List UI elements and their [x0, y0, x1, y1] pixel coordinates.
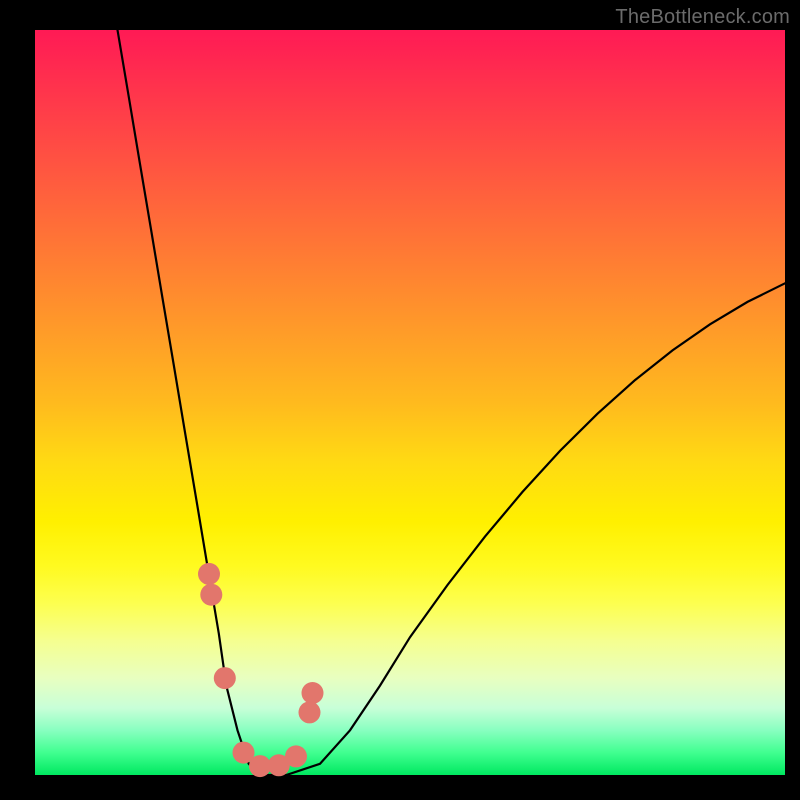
- highlight-points: [198, 563, 324, 777]
- watermark-text: TheBottleneck.com: [615, 6, 790, 29]
- marker-point: [214, 667, 236, 689]
- marker-point: [285, 745, 307, 767]
- chart-frame: TheBottleneck.com: [0, 0, 800, 800]
- marker-point: [198, 563, 220, 585]
- marker-point: [302, 682, 324, 704]
- marker-point: [200, 584, 222, 606]
- bottleneck-curve: [118, 30, 786, 775]
- curve-layer: [35, 30, 785, 775]
- marker-point: [249, 755, 271, 777]
- marker-point: [299, 701, 321, 723]
- plot-area: [35, 30, 785, 775]
